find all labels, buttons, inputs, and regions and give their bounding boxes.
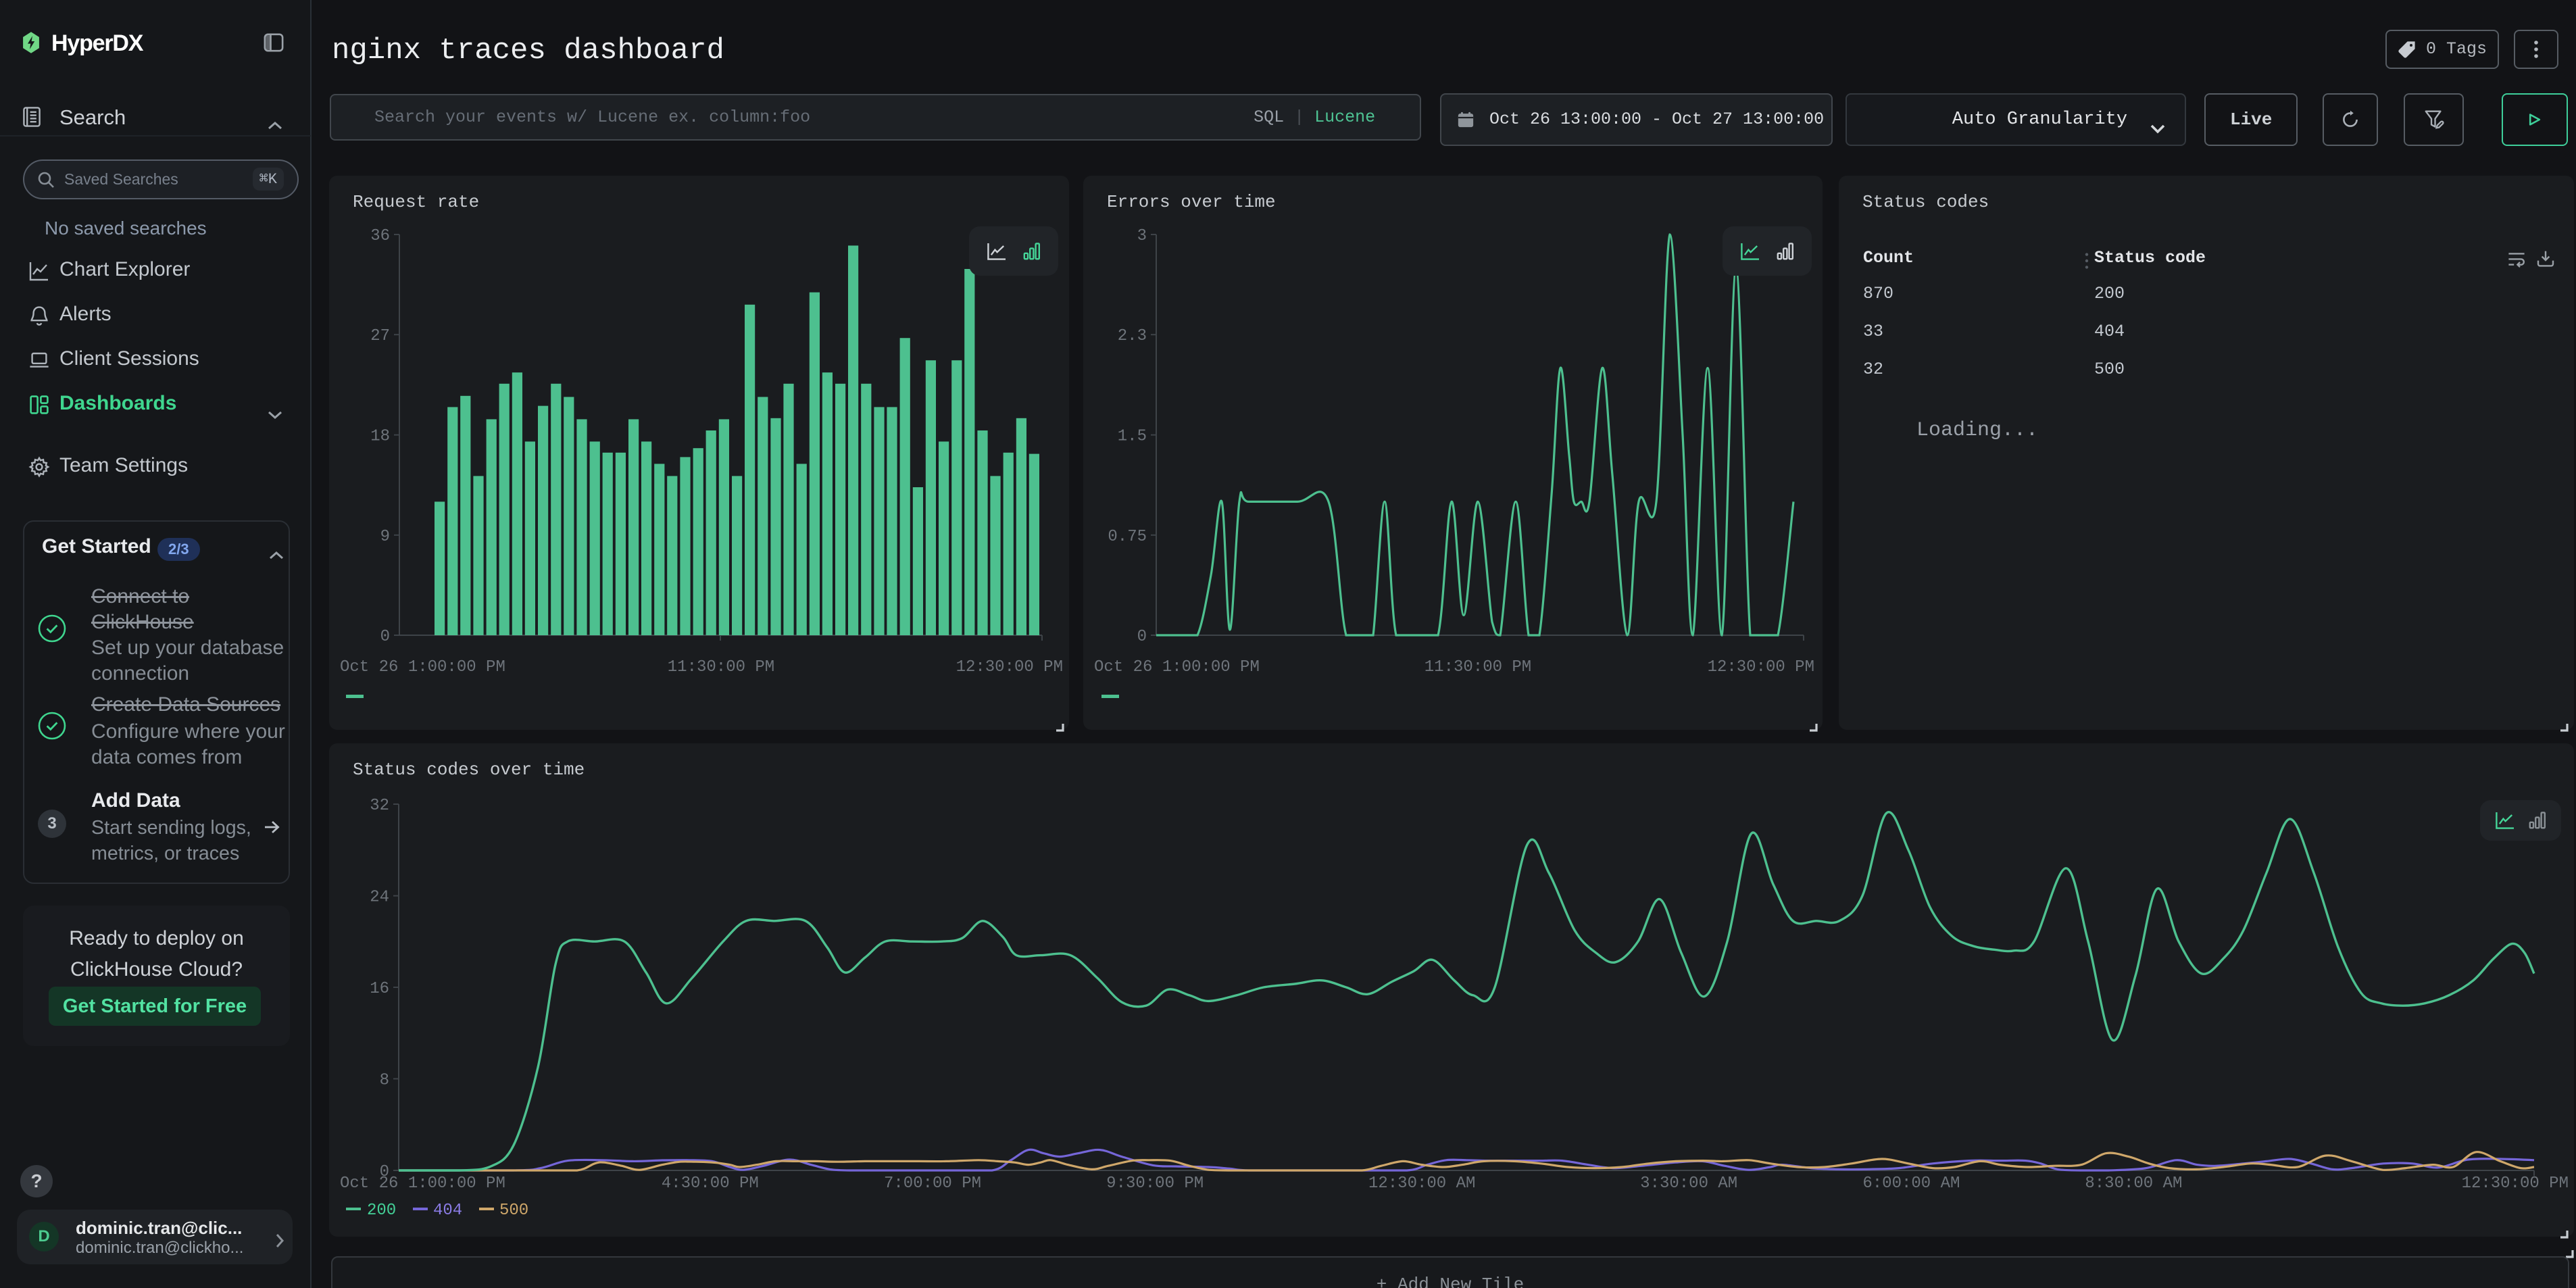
svg-text:8:30:00 AM: 8:30:00 AM <box>2085 1174 2182 1193</box>
svg-text:3: 3 <box>1137 227 1147 245</box>
svg-text:6:00:00 AM: 6:00:00 AM <box>1862 1174 1960 1193</box>
svg-text:2.3: 2.3 <box>1118 327 1147 345</box>
svg-text:Oct 26 1:00:00 PM: Oct 26 1:00:00 PM <box>1094 658 1260 676</box>
svg-text:24: 24 <box>370 889 389 907</box>
svg-text:16: 16 <box>370 980 389 998</box>
svg-text:0: 0 <box>1137 628 1147 646</box>
svg-text:11:30:00 PM: 11:30:00 PM <box>668 658 774 676</box>
svg-text:Oct 26 1:00:00 PM: Oct 26 1:00:00 PM <box>340 1174 505 1193</box>
svg-text:3:30:00 AM: 3:30:00 AM <box>1640 1174 1737 1193</box>
svg-text:12:30:00 AM: 12:30:00 AM <box>1368 1174 1475 1193</box>
svg-text:500: 500 <box>499 1202 528 1220</box>
svg-text:4:30:00 PM: 4:30:00 PM <box>662 1174 759 1193</box>
svg-text:9: 9 <box>380 528 390 546</box>
svg-text:8: 8 <box>380 1071 389 1089</box>
svg-text:Oct 26 1:00:00 PM: Oct 26 1:00:00 PM <box>340 658 505 676</box>
svg-text:12:30:00 PM: 12:30:00 PM <box>956 658 1063 676</box>
svg-text:1.5: 1.5 <box>1118 428 1147 446</box>
svg-text:27: 27 <box>370 327 390 345</box>
svg-text:11:30:00 PM: 11:30:00 PM <box>1425 658 1531 676</box>
svg-text:12:30:00 PM: 12:30:00 PM <box>2462 1174 2569 1193</box>
svg-text:7:00:00 PM: 7:00:00 PM <box>884 1174 981 1193</box>
svg-text:404: 404 <box>433 1202 462 1220</box>
svg-text:32: 32 <box>370 797 389 815</box>
svg-text:200: 200 <box>367 1202 396 1220</box>
svg-text:0.75: 0.75 <box>1108 528 1147 546</box>
svg-text:18: 18 <box>370 428 390 446</box>
svg-text:0: 0 <box>380 628 390 646</box>
svg-text:9:30:00 PM: 9:30:00 PM <box>1106 1174 1204 1193</box>
svg-text:36: 36 <box>370 227 390 245</box>
svg-text:12:30:00 PM: 12:30:00 PM <box>1708 658 1814 676</box>
